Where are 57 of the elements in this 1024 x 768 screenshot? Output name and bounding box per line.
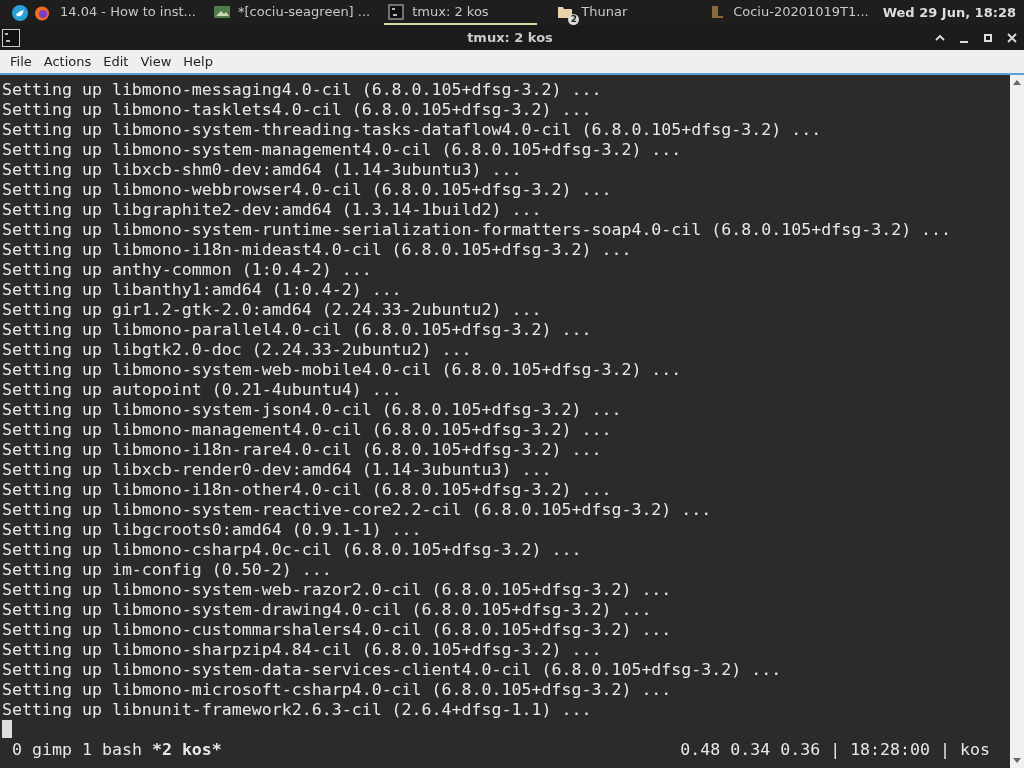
count-badge: 2: [568, 13, 580, 25]
window-title: tmux: 2 kos: [467, 30, 553, 45]
terminal-line: Setting up libmono-webbrowser4.0-cil (6.8.0.105+dfsg-3.2) ...: [1, 180, 613, 200]
taskbar-task[interactable]: *[cociu-seagreen] ...: [209, 0, 375, 25]
bird-icon[interactable]: [12, 4, 28, 21]
terminal-line: Setting up libmono-system-web-razor2.0-cil (6.8.0.105+dfsg-3.2) ...: [1, 580, 673, 600]
terminal-line: Setting up autopoint (0.21-4ubuntu4) ...: [1, 380, 403, 400]
terminal-line: Setting up libmono-system-drawing4.0-cil (6.8.0.105+dfsg-3.2) ...: [1, 600, 653, 620]
close-icon[interactable]: [1006, 31, 1018, 44]
scroll-down-icon[interactable]: [1012, 757, 1022, 765]
terminal-line: Setting up libmono-i18n-mideast4.0-cil (6.8.0.105+dfsg-3.2) ...: [1, 240, 633, 260]
terminal-line: Setting up libmono-system-json4.0-cil (6.8.0.105+dfsg-3.2) ...: [1, 400, 623, 420]
scrollbar[interactable]: [1010, 75, 1024, 768]
menu-item[interactable]: File: [4, 54, 38, 69]
terminal-line: Setting up libmono-system-reactive-core2.2-cil (6.8.0.105+dfsg-3.2) ...: [1, 500, 713, 520]
terminal-icon: [388, 3, 405, 20]
terminal-line: Setting up libmono-messaging4.0-cil (6.8.0.105+dfsg-3.2) ...: [1, 80, 603, 100]
terminal-line: Setting up libmono-microsoft-csharp4.0-cil (6.8.0.105+dfsg-3.2) ...: [1, 680, 673, 700]
terminal-line: Setting up libmono-i18n-other4.0-cil (6.8.0.105+dfsg-3.2) ...: [1, 480, 613, 500]
terminal-line: Setting up libgtk2.0-doc (2.24.33-2ubuntu2) ...: [1, 340, 473, 360]
tmux-window: 1 bash: [81, 739, 142, 759]
clock: Wed 29 Jun, 18:28: [882, 5, 1016, 20]
maximize-icon[interactable]: [982, 31, 994, 44]
terminal-line: Setting up libnunit-framework2.6.3-cil (2.6.4+dfsg-1.1) ...: [1, 700, 593, 720]
status-info: 0.48 0.34 0.36 | 18:28:00 | kos: [680, 739, 990, 759]
terminal-line: Setting up libmono-system-management4.0-cil (6.8.0.105+dfsg-3.2) ...: [1, 140, 683, 160]
menu-item[interactable]: Edit: [97, 54, 135, 69]
terminal-line: Setting up libxcb-render0-dev:amd64 (1.14-3ubuntu3) ...: [1, 460, 553, 480]
taskbar-task[interactable]: 2 Thunar: [553, 0, 696, 25]
terminal-line: Setting up libmono-system-data-services-client4.0-cil (6.8.0.105+dfsg-3.2) ...: [1, 660, 783, 680]
terminal-line: Setting up im-config (0.50-2) ...: [1, 560, 333, 580]
taskbar-task[interactable]: 14.04 - How to inst...: [56, 0, 200, 25]
menu-item[interactable]: Help: [177, 54, 219, 69]
terminal-line: Setting up anthy-common (1:0.4-2) ...: [1, 260, 373, 280]
terminal-line: Setting up libanthy1:amd64 (1:0.4-2) ...: [1, 280, 403, 300]
terminal-line: Setting up libmono-csharp4.0c-cil (6.8.0.105+dfsg-3.2) ...: [1, 540, 583, 560]
terminal-line: Setting up libmono-i18n-rare4.0-cil (6.8.0.105+dfsg-3.2) ...: [1, 440, 603, 460]
menu-item[interactable]: View: [134, 54, 178, 69]
terminal-line: Setting up libmono-tasklets4.0-cil (6.8.0.105+dfsg-3.2) ...: [1, 100, 593, 120]
tmux-window: 0 gimp: [12, 739, 72, 759]
scroll-up-icon[interactable]: [1012, 78, 1022, 86]
terminal-line: Setting up libxcb-shm0-dev:amd64 (1.14-3ubuntu3) ...: [1, 160, 523, 180]
terminal-line: Setting up libgcroots0:amd64 (0.9.1-1) ...: [1, 520, 423, 540]
terminal-line: Setting up libmono-sharpzip4.84-cil (6.8.0.105+dfsg-3.2) ...: [1, 640, 603, 660]
terminal-line: Setting up libmono-system-runtime-serialization-formatters-soap4.0-cil (6.8.0.105+dfsg-3.2) ...: [1, 220, 953, 240]
terminal-line: Setting up libgraphite2-dev:amd64 (1.3.14-1build2) ...: [1, 200, 543, 220]
terminal-line: Setting up libmono-custommarshalers4.0-cil (6.8.0.105+dfsg-3.2) ...: [1, 620, 673, 640]
text-cursor: [2, 720, 12, 738]
taskbar-task[interactable]: Cociu-20201019T1...: [705, 0, 873, 25]
tmux-window: *2 kos*: [151, 739, 222, 759]
menu-item[interactable]: Actions: [37, 54, 98, 69]
image-icon: [213, 3, 230, 20]
terminal-line: Setting up libmono-parallel4.0-cil (6.8.0.105+dfsg-3.2) ...: [1, 320, 593, 340]
terminal-line: Setting up gir1.2-gtk-2.0:amd64 (2.24.33-2ubuntu2) ...: [1, 300, 543, 320]
terminal-line: Setting up libmono-management4.0-cil (6.8.0.105+dfsg-3.2) ...: [1, 420, 613, 440]
terminal-line: Setting up libmono-system-web-mobile4.0-cil (6.8.0.105+dfsg-3.2) ...: [1, 360, 683, 380]
terminal-line: Setting up libmono-system-threading-tasks-dataflow4.0-cil (6.8.0.105+dfsg-3.2) ...: [1, 120, 823, 140]
